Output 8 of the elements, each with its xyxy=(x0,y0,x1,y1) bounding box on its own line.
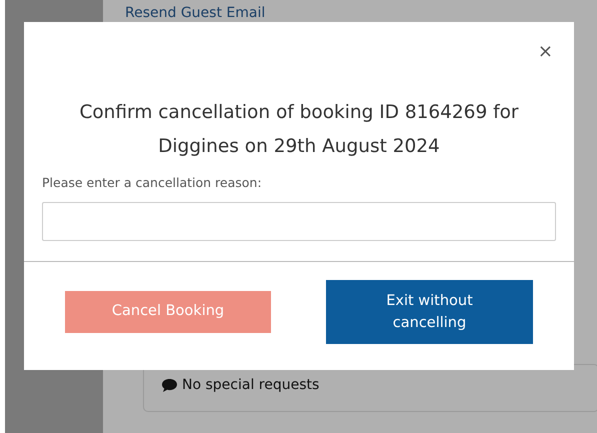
reason-label: Please enter a cancellation reason: xyxy=(42,174,262,192)
speech-bubble-icon xyxy=(161,378,178,393)
special-requests-text: No special requests xyxy=(182,376,320,395)
resend-email-link[interactable]: Resend Guest Email xyxy=(103,3,266,23)
close-button[interactable]: × xyxy=(534,40,557,64)
dialog-title: Confirm cancellation of booking ID 8164269 for Diggines on 29th August 2024 xyxy=(78,101,520,159)
exit-button[interactable]: Exit without cancelling xyxy=(326,280,533,344)
reason-input-field[interactable] xyxy=(42,202,556,241)
